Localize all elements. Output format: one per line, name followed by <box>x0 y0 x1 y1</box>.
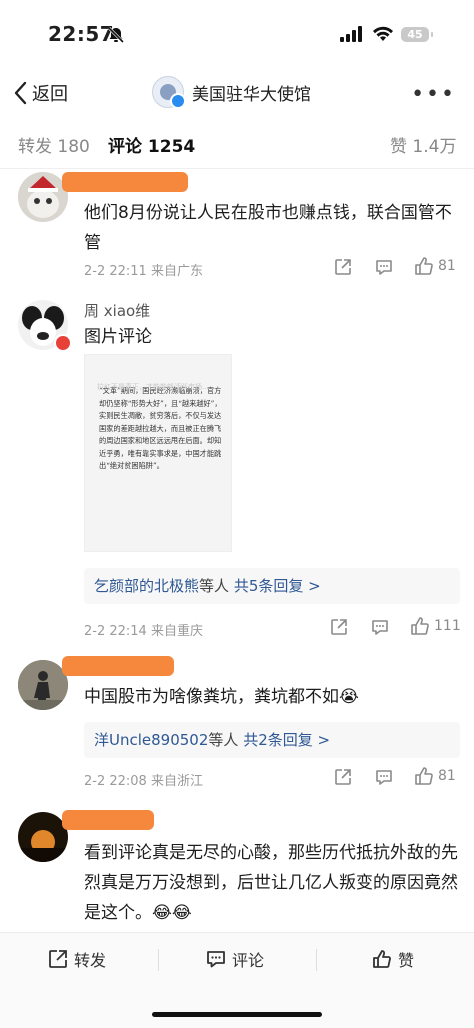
reply-mid-text: 等人 <box>208 731 239 749</box>
bottom-repost-button[interactable]: 转发 <box>48 947 106 971</box>
back-button[interactable]: 返回 <box>14 80 68 106</box>
image-faint-text: 拉红不是真正，才能能够活跃市场... <box>97 383 209 391</box>
tab-comments-label: 评论 <box>108 137 142 157</box>
like-count: 81 <box>438 258 456 274</box>
comment-time: 2-2 22:14 <box>84 624 147 639</box>
share-button[interactable] <box>330 618 348 636</box>
cat-avatar-icon <box>18 172 68 222</box>
bottom-repost-label: 转发 <box>74 951 107 970</box>
avatar[interactable] <box>18 172 68 222</box>
comment-username[interactable]: 周 xiao维 <box>84 300 150 321</box>
like-count: 81 <box>438 768 456 784</box>
share-button[interactable] <box>334 768 352 786</box>
comment-icon <box>376 770 392 785</box>
chevron-left-icon <box>14 81 27 105</box>
comment-meta: 2-2 22:14 来自重庆 <box>84 620 203 639</box>
tab-likes-count: 1.4万 <box>412 137 457 157</box>
tab-reposts[interactable]: 转发 180 <box>18 132 90 157</box>
comment-time: 2-2 22:11 <box>84 264 147 279</box>
comment-location: 来自重庆 <box>150 624 203 639</box>
comment-text: 中国股市为啥像粪坑，粪坑都不如😭 <box>84 687 359 707</box>
reply-button[interactable] <box>375 768 393 786</box>
home-indicator[interactable] <box>152 1012 322 1017</box>
tab-reposts-label: 转发 <box>18 137 52 157</box>
reply-count-link: 共5条回复 > <box>233 577 321 595</box>
redacted-username <box>62 656 174 676</box>
bottom-like-label: 赞 <box>398 951 415 970</box>
comment-time: 2-2 22:08 <box>84 774 147 789</box>
bottom-comment-label: 评论 <box>232 951 265 970</box>
person-avatar-icon <box>18 660 68 710</box>
thumbs-up-icon <box>373 950 391 968</box>
comment-icon <box>372 620 388 635</box>
embassy-seal-avatar <box>152 76 186 109</box>
verified-badge-icon <box>170 93 186 109</box>
reply-usernames: 洋Uncle890502 <box>94 731 209 749</box>
like-button[interactable]: 81 <box>414 256 456 276</box>
page-title: 美国驻华大使馆 <box>192 84 311 105</box>
status-bar: 22:57 45 <box>0 0 474 66</box>
tab-comments[interactable]: 评论 1254 <box>108 132 195 157</box>
silent-bell-icon <box>107 26 125 44</box>
redacted-username <box>62 810 154 830</box>
redacted-username <box>62 172 188 192</box>
tab-likes-label: 赞 <box>390 137 407 157</box>
like-button[interactable]: 111 <box>410 616 461 636</box>
thumbs-up-icon <box>411 617 429 635</box>
thumbs-up-icon <box>415 767 433 785</box>
back-label: 返回 <box>32 84 68 105</box>
more-options-icon[interactable]: ••• <box>411 82 456 107</box>
account-header[interactable]: 美国驻华大使馆 <box>152 76 311 109</box>
tab-likes[interactable]: 赞 1.4万 <box>390 132 456 157</box>
reply-preview[interactable]: 乞颜部的北极熊等人 共5条回复 > <box>84 568 460 604</box>
comment-text: 他们8月份说让人民在股市也赚点钱，联合国管不管 <box>84 203 452 253</box>
share-icon <box>335 769 351 785</box>
share-icon <box>335 259 351 275</box>
avatar[interactable] <box>18 812 68 862</box>
battery-icon: 45 <box>401 27 433 42</box>
nav-bar: 返回 美国驻华大使馆 ••• <box>0 70 474 116</box>
divider <box>158 949 159 971</box>
repost-icon <box>49 950 67 968</box>
status-time: 22:57 <box>48 22 115 46</box>
bottom-comment-button[interactable]: 评论 <box>206 947 264 971</box>
reply-button[interactable] <box>375 258 393 276</box>
tab-reposts-count: 180 <box>57 137 90 157</box>
thumbs-up-icon <box>415 257 433 275</box>
share-icon <box>331 619 347 635</box>
comment-location: 来自浙江 <box>150 774 203 789</box>
comment-meta: 2-2 22:11 来自广东 <box>84 260 203 279</box>
sunset-avatar-icon <box>18 812 68 862</box>
tab-comments-count: 1254 <box>147 137 196 157</box>
comment-location: 来自广东 <box>150 264 203 279</box>
share-button[interactable] <box>334 258 352 276</box>
comment-icon <box>207 951 225 968</box>
tab-bar: 转发 180 评论 1254 赞 1.4万 <box>0 124 474 169</box>
reply-count-link: 共2条回复 > <box>243 731 331 749</box>
comment-icon <box>376 260 392 275</box>
comment-item: 中国股市为啥像粪坑，粪坑都不如😭 洋Uncle890502等人 共2条回复 > … <box>0 654 474 794</box>
divider <box>316 949 317 971</box>
comment-meta: 2-2 22:08 来自浙江 <box>84 770 203 789</box>
reply-mid-text: 等人 <box>199 577 230 595</box>
comment-text: 图片评论 <box>84 327 152 347</box>
wifi-icon <box>373 26 393 41</box>
like-button[interactable]: 81 <box>414 766 456 786</box>
comment-image[interactable]: 拉红不是真正，才能能够活跃市场... “文革”期间，国民经济濒临崩溃，官方却仍坚… <box>84 354 232 552</box>
like-count: 111 <box>434 618 461 634</box>
comment-item: 他们8月份说让人民在股市也赚点钱，联合国管不管 2-2 22:11 来自广东 8… <box>0 168 474 288</box>
reply-usernames: 乞颜部的北极熊 <box>94 577 200 595</box>
comment-item: 看到评论真是无尽的心酸，那些历代抵抗外敌的先烈真是万万没想到，后世让几亿人叛变的… <box>0 806 474 932</box>
cell-signal-icon <box>340 26 362 42</box>
avatar[interactable] <box>18 660 68 710</box>
image-body-text: “文革”期间，国民经济濒临崩溃，官方却仍坚称“形势大好”，且“越来越好”，实则民… <box>99 386 222 470</box>
reply-button[interactable] <box>371 618 389 636</box>
comment-text: 看到评论真是无尽的心酸，那些历代抵抗外敌的先烈真是万万没想到，后世让几亿人叛变的… <box>84 843 458 923</box>
bottom-like-button[interactable]: 赞 <box>372 947 414 971</box>
vip-badge-icon <box>54 334 72 352</box>
reply-preview[interactable]: 洋Uncle890502等人 共2条回复 > <box>84 722 460 758</box>
